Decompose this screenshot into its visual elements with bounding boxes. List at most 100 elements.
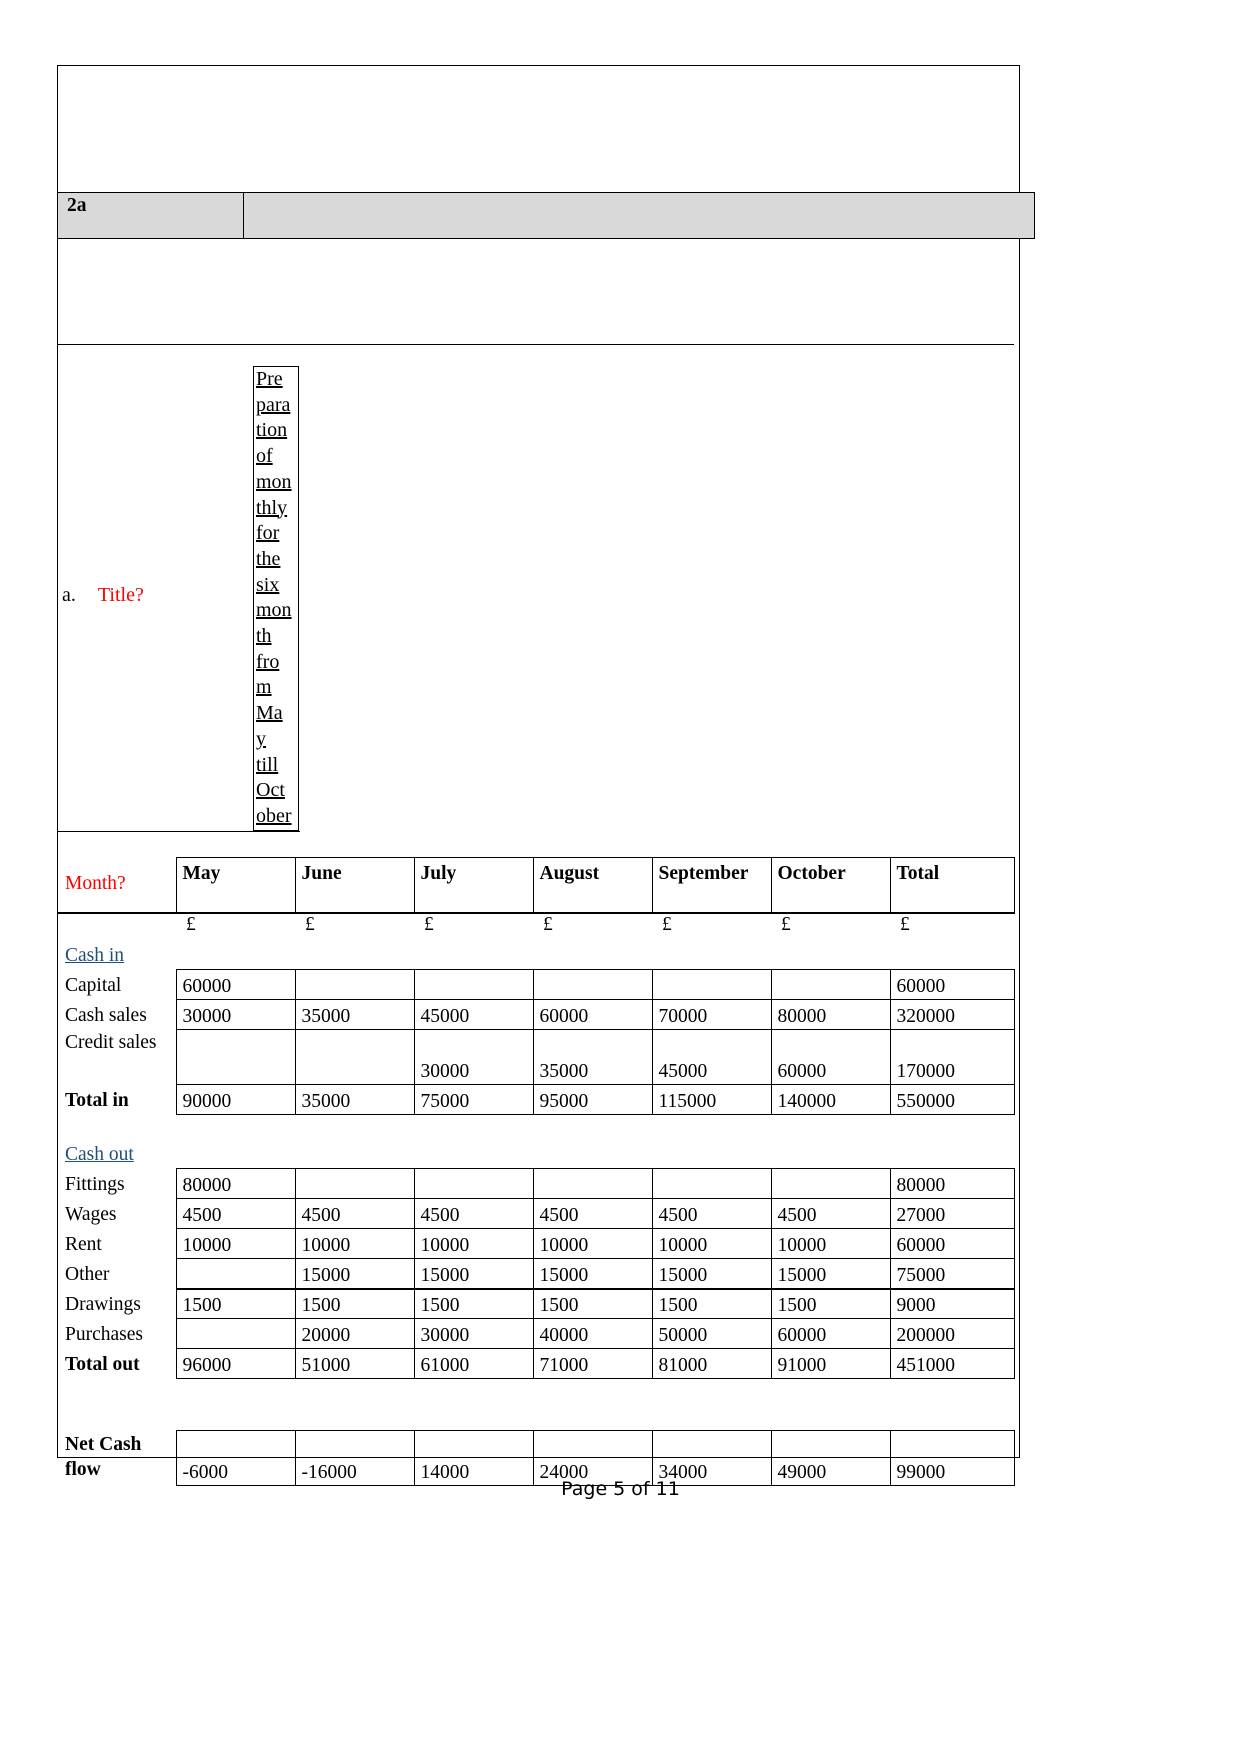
cell-value: 70000 [651,998,772,1030]
column-header-total: Total [889,857,1015,914]
cell-value: 1500 [532,1287,653,1319]
narrow-text-fragment: for [256,522,280,545]
cell-value [651,968,772,1000]
cell-value [413,968,534,1000]
narrow-text-fragment: m [256,676,272,699]
table-row: 2a [57,192,1035,239]
currency-symbol: £ [900,913,910,935]
cell-value: 4500 [294,1198,415,1229]
currency-symbol: £ [662,913,672,935]
currency-row-blank [57,913,176,941]
cell-value: 140000 [770,1083,891,1115]
narrow-text-fragment: mon [256,470,292,493]
cell-value: 4500 [770,1198,891,1229]
cell-value: 10000 [532,1228,653,1259]
cell-value: 15000 [413,1258,534,1289]
narrow-text-fragment: thly [256,496,288,519]
cell-value: 10000 [294,1228,415,1259]
cell-value: 4500 [532,1198,653,1229]
question-text: Title? [97,584,144,606]
narrow-text-fragment: y [256,727,266,750]
section-header-table: 2a [57,192,1035,239]
currency-symbol: £ [305,913,315,935]
cell-value: 30000 [413,1028,534,1085]
cell-value: 80000 [889,1168,1015,1199]
cell-value: 27000 [889,1198,1015,1229]
table-row: Drawings 1500 1500 1500 1500 1500 1500 9000 [57,1287,1015,1319]
narrow-text-column: Pre para tion of mon thly for the six mon th fro m Ma… [253,366,299,831]
cell-value: 20000 [294,1318,415,1349]
net-row-spacer [57,1379,1014,1431]
table-row: Credit sales 30000 35000 45000 60000 170000 [57,1028,1015,1085]
net-cash-flow-label-line1: Net Cash [65,1433,142,1455]
cell-value: 10000 [651,1228,772,1259]
cell-value [770,968,891,1000]
cell-value: 15000 [651,1258,772,1289]
cell-value: 4500 [651,1198,772,1229]
section-heading-cell: Cash out [57,1140,176,1169]
cell-value: 30000 [413,1318,534,1349]
cell-value: 1500 [413,1287,534,1319]
narrow-text-fragment: till [256,753,279,776]
cell-value: 45000 [413,998,534,1030]
question-marker: a. [62,584,76,606]
cell-value: 96000 [175,1348,296,1379]
narrow-text-fragment: Pre [256,368,283,390]
cell-value: 90000 [175,1083,296,1115]
cell-value: 320000 [889,998,1015,1030]
narrow-text-fragment: th [256,625,272,648]
table-row: Capital 60000 60000 [57,968,1015,1000]
section-heading-label: Cash out [65,1144,134,1165]
row-label-rent: Rent [65,1234,102,1255]
column-header-june: June [294,857,415,914]
cell-value: 60000 [889,1228,1015,1259]
cell-value: 60000 [889,968,1015,1000]
cell-value: 1500 [175,1287,296,1319]
cell-value [651,1168,772,1199]
narrow-text-fragment: of [256,445,273,468]
currency-symbol: £ [186,913,196,935]
section-heading-cell: Cash in [57,941,176,970]
narrow-text-fragment: Oct [256,779,285,802]
horizontal-rule [57,344,1014,345]
narrow-text-fragment: ober [256,804,292,827]
section-heading-label: Cash in [65,944,125,966]
currency-symbol: £ [424,913,434,935]
cell-value: 15000 [770,1258,891,1289]
cell-value: 550000 [889,1083,1015,1115]
cell-value: 95000 [532,1083,653,1115]
section-heading-row: Cash in [57,941,1014,970]
cell-value: 80000 [175,1168,296,1199]
row-label-credit-sales: Credit sales [65,1032,157,1053]
cell-value: 60000 [532,998,653,1030]
cell-value [175,1258,296,1289]
cell-value: 75000 [889,1258,1015,1289]
table-row: Total out 96000 51000 61000 71000 81000 91000 4… [57,1348,1015,1379]
cell-value [294,1028,415,1085]
cell-value: 81000 [651,1348,772,1379]
cell-value: 1500 [770,1287,891,1319]
column-header-october: October [770,857,891,914]
cell-value [175,1318,296,1349]
cell-value: 9000 [889,1287,1015,1319]
cell-value: 51000 [294,1348,415,1379]
cell-value: 75000 [413,1083,534,1115]
table-row: Rent 10000 10000 10000 10000 10000 10000 60000 [57,1228,1015,1259]
cell-value: 115000 [651,1083,772,1115]
column-header-may: May [175,857,296,914]
row-label-cash-sales: Cash sales [65,1004,147,1026]
cell-value: 10000 [770,1228,891,1259]
table-row: Cash sales 30000 35000 45000 60000 70000 80000… [57,998,1015,1030]
cell-value: 35000 [532,1028,653,1085]
section-heading-row: Cash out [57,1140,1014,1169]
currency-symbol-row: £ £ £ £ £ £ £ [57,913,1014,941]
table-header-row: Month? May June July August September October T… [57,857,1015,914]
row-label-drawings: Drawings [65,1294,141,1315]
cell-value: 4500 [413,1198,534,1229]
table-row: Purchases 20000 30000 40000 50000 60000 200000 [57,1318,1015,1349]
narrow-text-fragment: the [256,547,281,570]
cell-value [770,1168,891,1199]
cell-value: 30000 [175,998,296,1030]
cell-value: 60000 [770,1318,891,1349]
row-label-total-in: Total in [65,1089,129,1111]
